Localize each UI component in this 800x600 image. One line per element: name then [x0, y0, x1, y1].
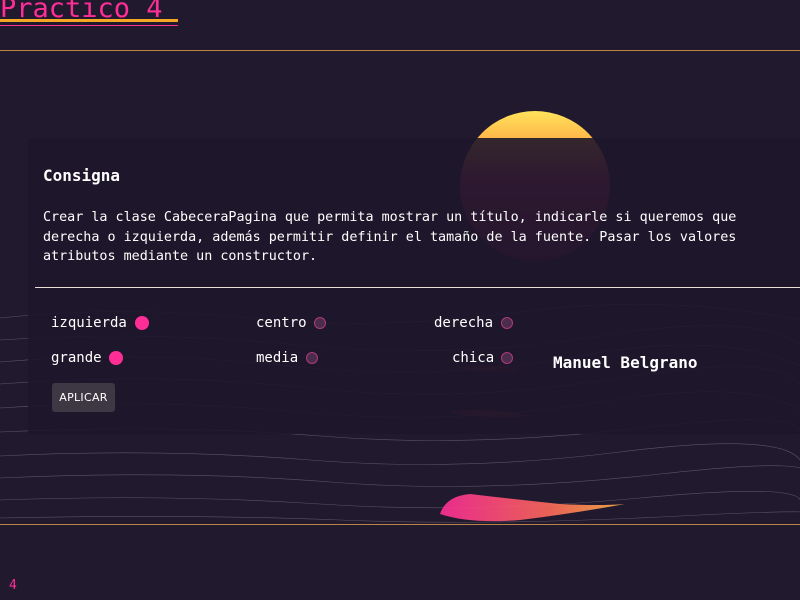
radio-derecha[interactable]: [501, 317, 513, 329]
radio-media[interactable]: [306, 352, 318, 364]
exercise-card: [28, 138, 800, 434]
option-derecha-label: derecha: [434, 315, 494, 331]
option-centro-label: centro: [256, 315, 307, 331]
radio-grande[interactable]: [109, 351, 123, 365]
radio-izquierda[interactable]: [135, 316, 149, 330]
option-grande-label: grande: [51, 350, 102, 366]
card-text-line: derecha o izquierda, además permitir def…: [43, 229, 737, 245]
apply-button[interactable]: APLICAR: [52, 383, 115, 412]
option-izquierda-label: izquierda: [51, 315, 127, 331]
page-title: Practico 4: [0, 0, 163, 24]
card-description: Crear la clase CabeceraPagina que permit…: [43, 208, 800, 267]
card-text-line: atributos mediante un constructor.: [43, 249, 318, 264]
card-divider: [35, 287, 800, 288]
flame-reflection: [440, 494, 625, 522]
card-title: Consigna: [43, 166, 121, 185]
title-underline: [0, 19, 178, 22]
header-preview-text: Manuel Belgrano: [553, 353, 698, 372]
radio-chica[interactable]: [501, 352, 513, 364]
option-chica-label: chica: [452, 350, 495, 366]
title-underline-secondary: [0, 25, 178, 26]
footer-divider: [0, 524, 800, 525]
card-text-line: Crear la clase CabeceraPagina que permit…: [43, 210, 737, 225]
radio-centro[interactable]: [314, 317, 326, 329]
option-media-label: media: [256, 350, 299, 366]
header-divider: [0, 50, 800, 51]
page-number: 4: [9, 578, 17, 593]
